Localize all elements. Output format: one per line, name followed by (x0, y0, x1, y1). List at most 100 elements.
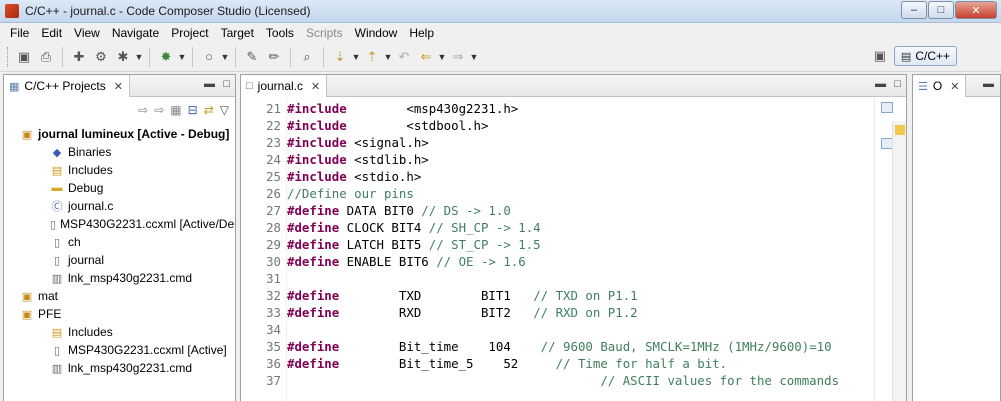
search-icon[interactable]: ⌕ (296, 46, 318, 68)
up-icon[interactable]: ▦ (170, 103, 181, 117)
forward-icon[interactable]: ⇨ (154, 103, 164, 117)
chevron-down-icon[interactable]: ▼ (134, 46, 144, 68)
tree-item[interactable]: ▯ MSP430G2231.ccxml [Active] (4, 341, 235, 359)
code-line[interactable]: #define ENABLE BIT6 // OE -> 1.6 (287, 253, 526, 270)
tree-item[interactable]: ▣ mat (4, 287, 235, 305)
debug-icon[interactable]: ✸ (155, 46, 177, 68)
line-number: 33 (266, 305, 281, 320)
file-icon: ▯ (50, 218, 57, 231)
tree-item[interactable]: ▯ ch (4, 233, 235, 251)
new-project-icon[interactable]: ✚ (68, 46, 90, 68)
minimize-view-icon[interactable]: ▬ (204, 78, 215, 90)
open-type-icon[interactable]: ✏ (263, 46, 285, 68)
minimize-view-icon[interactable]: ▬ (875, 78, 886, 90)
collapse-all-icon[interactable]: ⊟ (188, 103, 198, 117)
tree-item[interactable]: ▣ PFE (4, 305, 235, 323)
code-line[interactable]: #define Bit_time 104 // 9600 Baud, SMCLK… (287, 338, 832, 355)
menu-file[interactable]: File (4, 26, 35, 40)
print-icon[interactable]: ⎙ (35, 46, 57, 68)
menu-edit[interactable]: Edit (35, 26, 68, 40)
tree-item-label: journal (68, 253, 105, 267)
tree-item[interactable]: ◆ Binaries (4, 143, 235, 161)
tree-item[interactable]: ▯ journal (4, 251, 235, 269)
code-line[interactable]: // ASCII values for the commands (287, 372, 839, 389)
close-button[interactable]: ✕ (955, 1, 997, 19)
code-line[interactable]: #include <stdlib.h> (287, 151, 429, 168)
minimize-view-icon[interactable]: ▬ (983, 78, 994, 90)
code-line[interactable]: #define DATA BIT0 // DS -> 1.0 (287, 202, 511, 219)
code-text-area[interactable]: #include <msp430g2231.h> #include <stdboo… (287, 98, 874, 401)
tab-label: journal.c (257, 79, 304, 93)
close-icon[interactable]: ✕ (114, 80, 123, 93)
code-keyword: #include (287, 101, 347, 116)
next-annotation-icon[interactable]: ⇣ (329, 46, 351, 68)
code-line[interactable]: #define LATCH BIT5 // ST_CP -> 1.5 (287, 236, 541, 253)
tree-item[interactable]: ▥ lnk_msp430g2231.cmd (4, 269, 235, 287)
code-comment: // Time for half a bit. (555, 356, 728, 371)
code-line[interactable]: #include <stdbool.h> (287, 117, 488, 134)
tab-outline[interactable]: ☰ O ✕ (913, 75, 967, 97)
link-with-editor-icon[interactable]: ⇄ (204, 103, 214, 117)
toolbar-grip[interactable] (7, 46, 10, 67)
maximize-view-icon[interactable]: □ (223, 78, 230, 90)
tree-item[interactable]: ▤ Includes (4, 161, 235, 179)
menu-help[interactable]: Help (403, 26, 440, 40)
code-line[interactable]: //Define our pins (287, 185, 414, 202)
code-line[interactable]: #define Bit_time_5 52 // Time for half a… (287, 355, 727, 372)
build-icon[interactable]: ⚙ (90, 46, 112, 68)
menu-navigate[interactable]: Navigate (106, 26, 165, 40)
minimize-button[interactable]: – (901, 1, 927, 19)
menu-window[interactable]: Window (349, 26, 404, 40)
code-line[interactable]: #include <stdio.h> (287, 168, 421, 185)
menu-project[interactable]: Project (165, 26, 214, 40)
chevron-down-icon[interactable]: ▼ (177, 46, 187, 68)
chevron-down-icon[interactable]: ▼ (351, 46, 361, 68)
tab-cpp-projects[interactable]: ▦ C/C++ Projects ✕ (4, 75, 130, 97)
code-line[interactable]: #define CLOCK BIT4 // SH_CP -> 1.4 (287, 219, 541, 236)
tools-icon[interactable]: ✎ (241, 46, 263, 68)
tab-journal-c[interactable]: □ journal.c ✕ (241, 75, 328, 97)
open-perspective-icon[interactable]: ▣ (870, 46, 890, 66)
code-keyword: #define (287, 288, 340, 303)
code-line[interactable]: #define TXD BIT1 // TXD on P1.1 (287, 287, 638, 304)
code-text: <msp430g2231.h> (346, 101, 519, 116)
perspective-cpp-button[interactable]: ▤ C/C++ (893, 46, 957, 66)
code-line[interactable]: #define RXD BIT2 // RXD on P1.2 (287, 304, 638, 321)
code-keyword: #include (287, 135, 347, 150)
save-icon[interactable]: ▣ (13, 46, 35, 68)
tree-item-label: Includes (68, 163, 113, 177)
warning-marker[interactable] (895, 125, 905, 135)
chevron-down-icon[interactable]: ▼ (437, 46, 447, 68)
run-icon[interactable]: ○ (198, 46, 220, 68)
scrollbar[interactable] (892, 121, 906, 401)
previous-annotation-icon[interactable]: ⇡ (361, 46, 383, 68)
menu-target[interactable]: Target (215, 26, 260, 40)
code-line[interactable]: #include <msp430g2231.h> (287, 100, 518, 117)
tree-item[interactable]: ▥ lnk_msp430g2231.cmd (4, 359, 235, 377)
chevron-down-icon[interactable]: ▼ (469, 46, 479, 68)
close-icon[interactable]: ✕ (950, 80, 959, 93)
debug-config-icon[interactable]: ✱ (112, 46, 134, 68)
code-line[interactable]: #include <signal.h> (287, 134, 429, 151)
forward-icon[interactable]: ⇒ (447, 46, 469, 68)
back-icon[interactable]: ⇨ (138, 103, 148, 117)
overview-ruler[interactable] (874, 98, 906, 401)
chevron-down-icon[interactable]: ▼ (383, 46, 393, 68)
view-menu-icon[interactable]: ▽ (220, 103, 229, 117)
maximize-button[interactable]: □ (928, 1, 954, 19)
c-file-icon: □ (246, 80, 253, 92)
tree-item[interactable]: ▤ Includes (4, 323, 235, 341)
menu-view[interactable]: View (68, 26, 106, 40)
overview-marker[interactable] (881, 102, 893, 113)
tree-item[interactable]: ▯MSP430G2231.ccxml [Active/Debug] (4, 215, 235, 233)
tree-item[interactable]: ▬ Debug (4, 179, 235, 197)
last-edit-icon[interactable]: ↶ (393, 46, 415, 68)
tree-item[interactable]: ▣ journal lumineux [Active - Debug] (4, 125, 235, 143)
chevron-down-icon[interactable]: ▼ (220, 46, 230, 68)
menu-tools[interactable]: Tools (260, 26, 300, 40)
back-icon[interactable]: ⇐ (415, 46, 437, 68)
maximize-view-icon[interactable]: □ (894, 78, 901, 90)
menu-scripts[interactable]: Scripts (300, 26, 349, 40)
tree-item[interactable]: Ⓒjournal.c (4, 197, 235, 215)
close-icon[interactable]: ✕ (311, 80, 320, 93)
